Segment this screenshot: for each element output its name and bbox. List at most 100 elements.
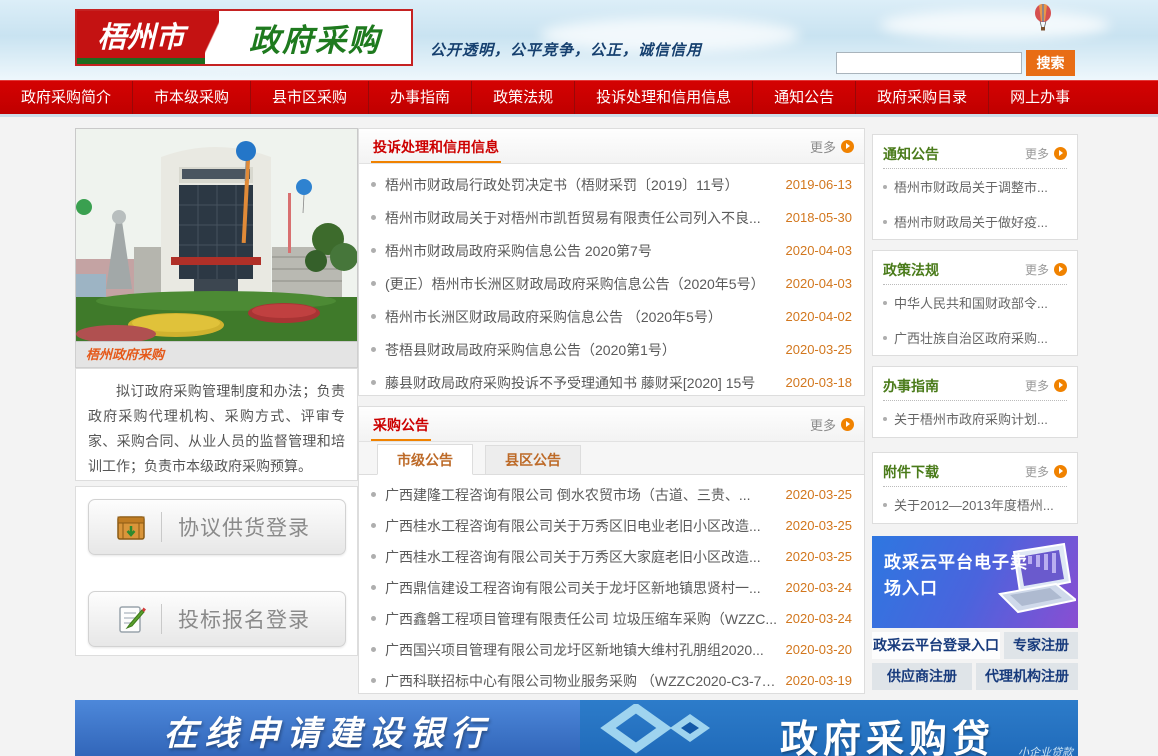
logo-divider (205, 11, 219, 64)
footer-banner: 在线申请建设银行 政府采购贷 小企业贷款 (75, 700, 1078, 756)
nav-item-online[interactable]: 网上办事 (988, 81, 1091, 114)
bid-login-button[interactable]: 投标报名登录 (88, 591, 346, 647)
site-logo[interactable]: 梧州市 政府采购 (75, 9, 413, 66)
list-item[interactable]: 藤县财政局政府采购投诉不予受理通知书 藤财采[2020] 15号 2020-03… (359, 366, 864, 399)
bullet-icon (371, 585, 376, 590)
list-item[interactable]: 广西桂水工程咨询有限公司关于万秀区大家庭老旧小区改造... 2020-03-25 (359, 541, 864, 572)
item-title: 关于梧州市政府采购计划... (894, 409, 1048, 428)
bullet-icon (371, 647, 376, 652)
building-photo-illustration (76, 129, 357, 341)
bullet-icon (371, 347, 376, 352)
more-label: 更多 (1025, 463, 1049, 480)
list-item[interactable]: 广西建隆工程咨询有限公司 倒水农贸市场（古道、三贵、... 2020-03-25 (359, 479, 864, 510)
nav-item-notice[interactable]: 通知公告 (752, 81, 855, 114)
bullet-icon (883, 417, 887, 421)
ccb-logo-icon (598, 704, 728, 754)
announcements-more-link[interactable]: 更多 (810, 407, 854, 442)
bullet-icon (883, 220, 887, 224)
list-item[interactable]: 苍梧县财政局政府采购信息公告（2020第1号） 2020-03-25 (359, 333, 864, 366)
download-panel: 附件下载 更多 关于2012—2013年度梧州... (872, 452, 1078, 524)
nav-item-county[interactable]: 县市区采购 (250, 81, 368, 114)
bullet-icon (371, 523, 376, 528)
item-title: 广西壮族自治区政府采购... (894, 328, 1048, 347)
expert-register-button[interactable]: 专家注册 (1004, 632, 1078, 659)
bullet-icon (371, 616, 376, 621)
item-date: 2020-04-03 (786, 276, 853, 291)
bullet-icon (371, 380, 376, 385)
pencil-doc-icon (115, 603, 147, 635)
list-item[interactable]: 广西科联招标中心有限公司物业服务采购 （WZZC2020-C3-70... 20… (359, 665, 864, 696)
search-button[interactable]: 搜索 (1026, 50, 1075, 76)
bullet-icon (371, 182, 376, 187)
nav-underline (0, 114, 1158, 117)
list-item[interactable]: 广西桂水工程咨询有限公司关于万秀区旧电业老旧小区改造... 2020-03-25 (359, 510, 864, 541)
supplier-register-button[interactable]: 供应商注册 (872, 663, 972, 690)
page: 梧州市 政府采购 公开透明，公平竞争，公正，诚信信用 搜索 政府采购简介 市本级… (0, 0, 1158, 756)
guide-panel: 办事指南 更多 关于梧州市政府采购计划... (872, 366, 1078, 438)
bullet-icon (883, 503, 887, 507)
nav-item-city[interactable]: 市本级采购 (132, 81, 250, 114)
notice-panel: 通知公告 更多 梧州市财政局关于调整市... 梧州市财政局关于做好疫... (872, 134, 1078, 240)
item-date: 2020-03-18 (786, 375, 853, 390)
zcy-mall-banner[interactable]: 政采云平台电子卖场入口 (872, 536, 1078, 628)
bullet-icon (883, 185, 887, 189)
button-divider (161, 512, 162, 542)
list-item[interactable]: 梧州市财政局行政处罚决定书（梧财采罚〔2019〕11号） 2019-06-13 (359, 168, 864, 201)
list-item[interactable]: 梧州市财政局关于调整市... (883, 169, 1067, 204)
more-label: 更多 (1025, 145, 1049, 162)
item-title: 广西鑫磐工程项目管理有限责任公司 垃圾压缩车采购（WZZC... (385, 609, 786, 629)
list-item[interactable]: (更正）梧州市长洲区财政局政府采购信息公告（2020年5号） 2020-04-0… (359, 267, 864, 300)
list-item[interactable]: 关于梧州市政府采购计划... (883, 401, 1067, 436)
nav-item-catalog[interactable]: 政府采购目录 (855, 81, 988, 114)
tab-county-announcements[interactable]: 县区公告 (485, 445, 581, 474)
download-more-link[interactable]: 更多 (1025, 463, 1067, 480)
bid-login-label: 投标报名登录 (178, 604, 310, 634)
nav-item-guide[interactable]: 办事指南 (368, 81, 471, 114)
more-label: 更多 (1025, 377, 1049, 394)
building-photo[interactable] (75, 128, 358, 342)
policy-more-link[interactable]: 更多 (1025, 261, 1067, 278)
item-title: 梧州市财政局关于调整市... (894, 177, 1048, 196)
list-item[interactable]: 梧州市长洲区财政局政府采购信息公告 （2020年5号） 2020-04-02 (359, 300, 864, 333)
bullet-icon (371, 281, 376, 286)
notice-panel-title: 通知公告 (883, 144, 939, 164)
list-item[interactable]: 梧州市财政局政府采购信息公告 2020第7号 2020-04-03 (359, 234, 864, 267)
download-panel-header: 附件下载 更多 (883, 457, 1067, 487)
list-item[interactable]: 广西鑫磐工程项目管理有限责任公司 垃圾压缩车采购（WZZC... 2020-03… (359, 603, 864, 634)
list-item[interactable]: 关于2012—2013年度梧州... (883, 487, 1067, 522)
arrow-circle-icon (841, 418, 854, 431)
list-item[interactable]: 梧州市财政局关于做好疫... (883, 204, 1067, 239)
nav-item-policy[interactable]: 政策法规 (471, 81, 574, 114)
ccb-apply-banner[interactable]: 在线申请建设银行 (75, 700, 580, 756)
announcements-panel-header: 采购公告 更多 (359, 407, 864, 442)
list-item[interactable]: 梧州市财政局关于对梧州市凯哲贸易有限责任公司列入不良... 2018-05-30 (359, 201, 864, 234)
supply-login-button[interactable]: 协议供货登录 (88, 499, 346, 555)
item-date: 2020-03-25 (786, 549, 853, 564)
item-date: 2018-05-30 (786, 210, 853, 225)
item-date: 2020-03-20 (786, 642, 853, 657)
procurement-loan-banner[interactable]: 政府采购贷 小企业贷款 (580, 700, 1078, 756)
search-input[interactable] (836, 52, 1022, 74)
more-label: 更多 (1025, 261, 1049, 278)
nav-item-complaints[interactable]: 投诉处理和信用信息 (574, 81, 752, 114)
tab-city-announcements[interactable]: 市级公告 (377, 444, 473, 475)
notice-more-link[interactable]: 更多 (1025, 145, 1067, 162)
guide-panel-title: 办事指南 (883, 376, 939, 396)
supply-login-label: 协议供货登录 (178, 512, 310, 542)
nav-item-intro[interactable]: 政府采购简介 (0, 81, 132, 114)
complaints-more-link[interactable]: 更多 (810, 129, 854, 164)
item-date: 2020-04-03 (786, 243, 853, 258)
item-title: 广西桂水工程咨询有限公司关于万秀区旧电业老旧小区改造... (385, 516, 786, 536)
list-item[interactable]: 广西壮族自治区政府采购... (883, 320, 1067, 355)
list-item[interactable]: 中华人民共和国财政部令... (883, 285, 1067, 320)
list-item[interactable]: 广西国兴项目管理有限公司龙圩区新地镇大维村孔朋组2020... 2020-03-… (359, 634, 864, 665)
item-date: 2020-03-24 (786, 611, 853, 626)
item-date: 2020-03-25 (786, 487, 853, 502)
zcy-login-button[interactable]: 政采云平台登录入口 (872, 632, 1000, 659)
guide-more-link[interactable]: 更多 (1025, 377, 1067, 394)
list-item[interactable]: 广西鼎信建设工程咨询有限公司关于龙圩区新地镇思贤村一... 2020-03-24 (359, 572, 864, 603)
item-title: 广西国兴项目管理有限公司龙圩区新地镇大维村孔朋组2020... (385, 640, 786, 660)
agency-register-button[interactable]: 代理机构注册 (976, 663, 1078, 690)
intro-text: 拟订政府采购管理制度和办法；负责政府采购代理机构、采购方式、评审专家、采购合同、… (88, 379, 345, 479)
procurement-loan-text: 政府采购贷 (780, 708, 995, 756)
